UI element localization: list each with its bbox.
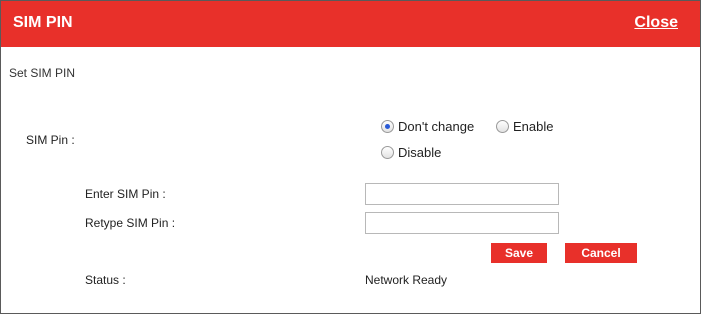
- radio-disable[interactable]: Disable: [381, 145, 441, 160]
- section-subtitle: Set SIM PIN: [9, 66, 76, 80]
- radio-enable-circle[interactable]: [496, 120, 509, 133]
- radio-enable-label: Enable: [513, 119, 554, 134]
- status-label: Status :: [85, 273, 126, 287]
- status-value: Network Ready: [365, 273, 448, 287]
- sim-pin-dialog: SIM PIN Close Set SIM PIN SIM Pin : Don'…: [0, 0, 701, 314]
- close-link[interactable]: Close: [634, 14, 678, 32]
- radio-dont-change-label: Don't change: [398, 119, 475, 134]
- radio-disable-label: Disable: [398, 145, 442, 160]
- save-button[interactable]: Save: [491, 243, 547, 263]
- radio-dont-change-circle[interactable]: [381, 120, 394, 133]
- radio-enable[interactable]: Enable: [496, 119, 553, 134]
- cancel-button[interactable]: Cancel: [565, 243, 637, 263]
- dialog-title: SIM PIN: [13, 14, 73, 31]
- enter-sim-pin-label: Enter SIM Pin :: [85, 187, 166, 201]
- retype-sim-pin-input[interactable]: [365, 212, 559, 234]
- enter-sim-pin-input[interactable]: [365, 183, 559, 205]
- dialog-titlebar: SIM PIN Close: [1, 1, 700, 47]
- retype-sim-pin-label: Retype SIM Pin :: [85, 216, 176, 230]
- sim-pin-label: SIM Pin :: [26, 133, 75, 147]
- radio-dont-change[interactable]: Don't change: [381, 119, 474, 134]
- radio-disable-circle[interactable]: [381, 146, 394, 159]
